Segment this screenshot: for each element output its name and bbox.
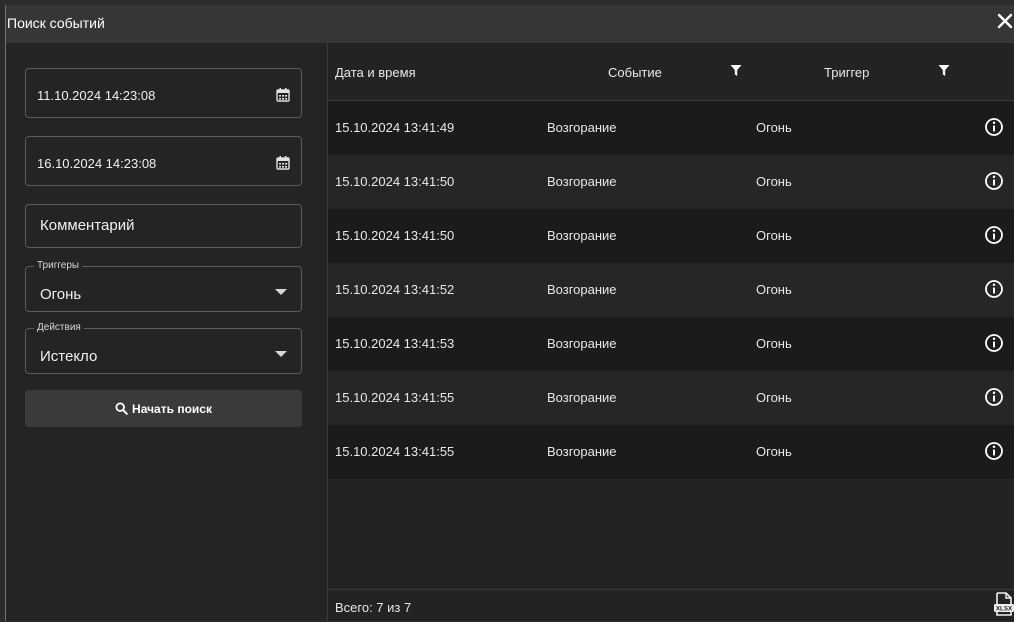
cell-event: Возгорание (547, 444, 617, 459)
chevron-down-icon[interactable] (275, 289, 287, 295)
chevron-down-icon[interactable] (275, 351, 287, 357)
event-search-window: Поиск событий 11.10.2024 14:23:08 16.10.… (5, 5, 1014, 621)
column-header-event[interactable]: Событие (608, 65, 662, 80)
date-to-field[interactable]: 16.10.2024 14:23:08 (25, 136, 302, 186)
cell-event: Возгорание (547, 174, 617, 189)
comment-field[interactable] (25, 204, 302, 248)
close-icon[interactable] (994, 10, 1014, 32)
info-icon[interactable] (984, 279, 1004, 299)
cell-event: Возгорание (547, 228, 617, 243)
table-footer: Всего: 7 из 7 XLSX (328, 589, 1014, 622)
cell-trigger: Огонь (756, 228, 792, 243)
cell-date: 15.10.2024 13:41:55 (335, 390, 455, 405)
cell-date: 15.10.2024 13:41:52 (335, 282, 455, 297)
cell-event: Возгорание (547, 282, 617, 297)
date-from-value: 11.10.2024 14:23:08 (37, 88, 156, 103)
cell-trigger: Огонь (756, 444, 792, 459)
column-header-date[interactable]: Дата и время (335, 65, 416, 80)
start-search-label: Начать поиск (132, 401, 212, 416)
info-icon[interactable] (984, 441, 1004, 461)
triggers-label: Триггеры (34, 260, 83, 272)
triggers-value: Огонь (40, 286, 82, 303)
column-header-trigger[interactable]: Триггер (824, 65, 869, 80)
cell-date: 15.10.2024 13:41:55 (335, 444, 455, 459)
total-count: Всего: 7 из 7 (335, 600, 412, 615)
table-row[interactable]: 15.10.2024 13:41:49 Возгорание Огонь (328, 101, 1014, 155)
cell-date: 15.10.2024 13:41:53 (335, 336, 455, 351)
cell-event: Возгорание (547, 390, 617, 405)
filter-icon[interactable] (730, 64, 742, 77)
cell-date: 15.10.2024 13:41:50 (335, 174, 455, 189)
search-filters-panel: 11.10.2024 14:23:08 16.10.2024 14:23:08 (6, 43, 328, 621)
window-title: Поиск событий (7, 15, 105, 31)
table-body: 15.10.2024 13:41:49 Возгорание Огонь 15.10.… (328, 101, 1014, 479)
title-bar: Поиск событий (6, 5, 1014, 43)
cell-event: Возгорание (547, 120, 617, 135)
cell-date: 15.10.2024 13:41:49 (335, 120, 455, 135)
calendar-icon[interactable] (275, 87, 291, 103)
cell-date: 15.10.2024 13:41:50 (335, 228, 455, 243)
start-search-button[interactable]: Начать поиск (25, 390, 302, 427)
xlsx-export-icon[interactable]: XLSX (993, 592, 1014, 616)
cell-trigger: Огонь (756, 174, 792, 189)
table-row[interactable]: 15.10.2024 13:41:50 Возгорание Огонь (328, 155, 1014, 209)
cell-event: Возгорание (547, 336, 617, 351)
svg-text:XLSX: XLSX (996, 606, 1013, 613)
actions-label: Действия (34, 322, 84, 334)
search-icon (115, 402, 128, 415)
comment-input[interactable] (40, 217, 280, 234)
table-row[interactable]: 15.10.2024 13:41:50 Возгорание Огонь (328, 209, 1014, 263)
cell-trigger: Огонь (756, 390, 792, 405)
table-header: Дата и время Событие Триггер (328, 43, 1014, 101)
triggers-select[interactable]: Триггеры Огонь (25, 260, 302, 312)
info-icon[interactable] (984, 333, 1004, 353)
info-icon[interactable] (984, 225, 1004, 245)
events-table-panel: Дата и время Событие Триггер 15.10.2024 … (328, 43, 1014, 621)
date-from-field[interactable]: 11.10.2024 14:23:08 (25, 68, 302, 118)
table-row[interactable]: 15.10.2024 13:41:55 Возгорание Огонь (328, 371, 1014, 425)
table-row[interactable]: 15.10.2024 13:41:53 Возгорание Огонь (328, 317, 1014, 371)
date-to-value: 16.10.2024 14:23:08 (37, 156, 157, 171)
table-row[interactable]: 15.10.2024 13:41:55 Возгорание Огонь (328, 425, 1014, 479)
filter-icon[interactable] (938, 64, 950, 77)
info-icon[interactable] (984, 171, 1004, 191)
info-icon[interactable] (984, 387, 1004, 407)
cell-trigger: Огонь (756, 336, 792, 351)
calendar-icon[interactable] (275, 155, 291, 171)
table-row[interactable]: 15.10.2024 13:41:52 Возгорание Огонь (328, 263, 1014, 317)
cell-trigger: Огонь (756, 282, 792, 297)
actions-select[interactable]: Действия Истекло (25, 322, 302, 374)
actions-value: Истекло (40, 348, 98, 365)
info-icon[interactable] (984, 117, 1004, 137)
cell-trigger: Огонь (756, 120, 792, 135)
